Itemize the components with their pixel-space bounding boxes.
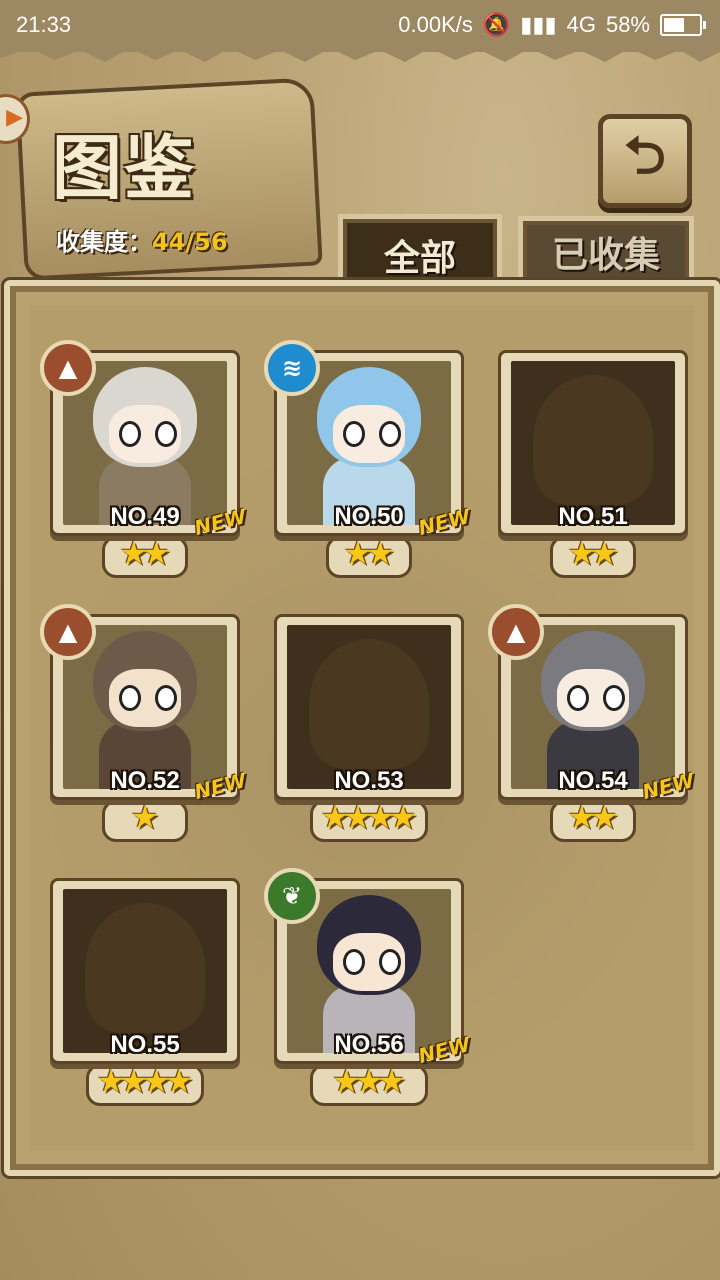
monster-card[interactable]: NO.49 NEW ★★ ▲ <box>40 340 249 578</box>
star-icon: ★ <box>366 534 395 572</box>
star-icon: ★ <box>567 534 596 572</box>
status-right: 0.00K/s 🔕 ▮▮▮ 4G 58% <box>398 12 706 38</box>
collection-progress: 收集度：44/56 <box>56 222 228 257</box>
silhouette-shape <box>85 903 205 1033</box>
star-icon: ★ <box>343 534 372 572</box>
star-rating: ★★ <box>50 534 234 572</box>
water-element-icon: ≋ <box>264 340 320 396</box>
star-icon: ★ <box>366 798 395 836</box>
star-rating: ★★ <box>274 534 458 572</box>
star-icon: ★ <box>130 798 160 836</box>
star-icon: ★ <box>119 1062 148 1100</box>
collection-label: 收集度： <box>56 228 152 256</box>
star-icon: ★ <box>164 1062 194 1100</box>
tab-collected[interactable]: 已收集 <box>518 216 694 288</box>
silhouette-shape <box>533 375 653 505</box>
locked-silhouette <box>511 361 675 525</box>
wood-element-icon: ❦ <box>264 868 320 924</box>
battery-percent: 58% <box>605 12 650 37</box>
star-icon: ★ <box>96 1062 126 1100</box>
monster-card[interactable]: NO.55 ★★★★ <box>50 878 240 1106</box>
network-type: 4G <box>566 12 596 37</box>
mute-icon: 🔕 <box>482 12 511 37</box>
net-speed: 0.00K/s <box>398 12 473 37</box>
character-eye <box>119 421 141 447</box>
star-icon: ★ <box>377 1062 406 1100</box>
page-title: 图鉴 <box>52 126 196 209</box>
locked-silhouette <box>63 889 227 1053</box>
collection-panel: NO.49 NEW ★★ ▲ NO.50 NEW ★★ ≋ NO.51 ★★ NO.52 NEW ★ ▲ N… <box>4 280 720 1176</box>
monster-card[interactable]: NO.51 ★★ <box>498 350 688 578</box>
character-eye <box>567 685 589 711</box>
card-number: NO.53 <box>334 767 404 794</box>
status-time: 21:33 <box>16 12 72 37</box>
star-rating: ★★★★ <box>274 798 458 836</box>
star-rating: ★ <box>50 798 234 836</box>
character-eye <box>379 421 401 447</box>
character-eye <box>119 685 141 711</box>
star-icon: ★ <box>354 1062 384 1100</box>
star-icon: ★ <box>119 534 148 572</box>
monster-card[interactable]: NO.53 ★★★★ <box>274 614 464 842</box>
battery-icon <box>660 14 706 36</box>
star-icon: ★ <box>388 798 418 836</box>
star-icon: ★ <box>567 798 596 836</box>
silhouette-shape <box>309 639 429 769</box>
earth-element-icon: ▲ <box>40 340 96 396</box>
star-rating: ★★ <box>498 798 682 836</box>
return-arrow-icon: ⮌ <box>624 125 666 186</box>
collection-value: 44/56 <box>152 228 228 256</box>
character-eye <box>379 949 401 975</box>
star-rating: ★★ <box>498 534 682 572</box>
back-button[interactable]: ⮌ <box>598 114 692 208</box>
star-icon: ★ <box>320 798 350 836</box>
earth-element-icon: ▲ <box>40 604 96 660</box>
card-number: NO.51 <box>558 503 628 530</box>
star-rating: ★★★★ <box>50 1062 234 1100</box>
star-icon: ★ <box>590 534 619 572</box>
monster-card[interactable]: NO.50 NEW ★★ ≋ <box>264 340 473 578</box>
star-icon: ★ <box>142 1062 171 1100</box>
monster-card[interactable]: NO.52 NEW ★ ▲ <box>40 604 249 842</box>
star-icon: ★ <box>590 798 619 836</box>
character-eye <box>603 685 625 711</box>
card-frame: NO.51 <box>498 350 688 536</box>
character-eye <box>343 949 365 975</box>
locked-silhouette <box>287 625 451 789</box>
character-eye <box>155 421 177 447</box>
star-icon: ★ <box>331 1062 361 1100</box>
star-icon: ★ <box>343 798 372 836</box>
monster-card[interactable]: NO.56 NEW ★★★ ❦ <box>264 868 473 1106</box>
card-frame: NO.55 <box>50 878 240 1064</box>
star-icon: ★ <box>142 534 171 572</box>
star-rating: ★★★ <box>274 1062 458 1100</box>
monster-card[interactable]: NO.54 NEW ★★ ▲ <box>488 604 697 842</box>
character-eye <box>155 685 177 711</box>
earth-element-icon: ▲ <box>488 604 544 660</box>
card-number: NO.55 <box>110 1031 180 1058</box>
signal-icon: ▮▮▮ <box>520 12 557 37</box>
card-frame: NO.53 <box>274 614 464 800</box>
card-grid: NO.49 NEW ★★ ▲ NO.50 NEW ★★ ≋ NO.51 ★★ NO.52 NEW ★ ▲ N… <box>30 306 697 1150</box>
character-eye <box>343 421 365 447</box>
torn-edge <box>0 40 720 62</box>
